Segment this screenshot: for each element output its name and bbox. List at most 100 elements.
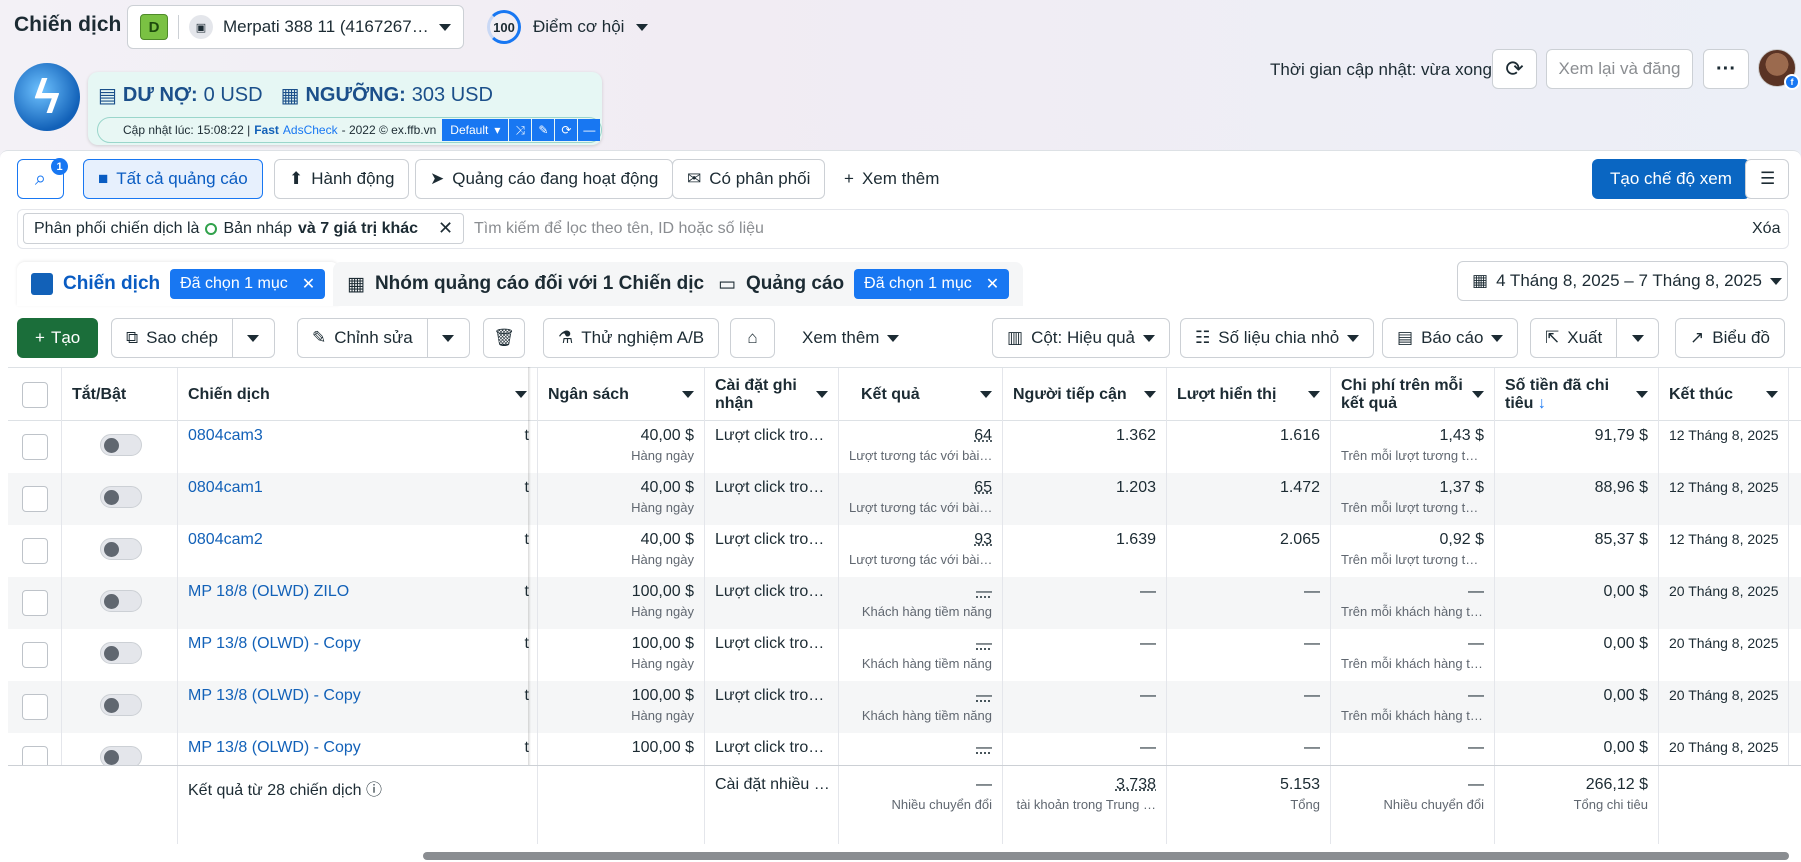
chevron-down-icon xyxy=(1144,391,1156,398)
export-dropdown[interactable] xyxy=(1617,318,1660,358)
selection-pill[interactable]: Đã chọn 1 mục ✕ xyxy=(170,269,326,299)
header-results[interactable]: Kết quả xyxy=(839,368,1003,421)
delete-button[interactable]: 🗑 xyxy=(483,318,525,358)
campaign-name-link[interactable]: MP 13/8 (OLWD) - Copy xyxy=(188,635,361,652)
close-icon[interactable]: ✕ xyxy=(986,274,999,294)
header-label: Kết thúc xyxy=(1669,385,1733,403)
table-row[interactable]: MP 13/8 (OLWD) - Copy t 100,00 $ Hàng ngày L… xyxy=(8,681,1801,733)
campaign-name-link[interactable]: MP 13/8 (OLWD) - Copy xyxy=(188,687,361,704)
tab-ads[interactable]: ▭ Quảng cáo Đã chọn 1 mục ✕ xyxy=(704,262,1024,306)
opportunity-score[interactable]: 100 Điểm cơ hội xyxy=(487,10,649,44)
header-campaign[interactable]: Chiến dịch xyxy=(178,368,538,421)
filter-delivery[interactable]: ✉ Có phân phối xyxy=(672,159,826,199)
campaign-toggle[interactable] xyxy=(100,538,142,560)
campaign-name-link[interactable]: MP 13/8 (OLWD) - Copy xyxy=(188,739,361,756)
header-reach[interactable]: Người tiếp cận xyxy=(1003,368,1167,421)
campaign-toggle[interactable] xyxy=(100,642,142,664)
chevron-down-icon xyxy=(247,334,260,342)
columns-button[interactable]: ▥ Cột: Hiệu quả xyxy=(992,318,1171,358)
duplicate-dropdown[interactable] xyxy=(232,318,275,358)
campaign-name-link[interactable]: 0804cam1 xyxy=(188,479,263,496)
campaign-name-link[interactable]: 0804cam2 xyxy=(188,531,263,548)
header-cost-per-result[interactable]: Chi phí trên mỗi kết quả xyxy=(1331,368,1495,421)
row-select-cell xyxy=(8,629,62,681)
horizontal-scrollbar[interactable] xyxy=(423,852,1789,860)
header-label: Chiến dịch xyxy=(188,385,270,403)
breakdown-label: Số liệu chia nhỏ xyxy=(1218,328,1340,347)
row-checkbox[interactable] xyxy=(22,642,48,668)
export-button[interactable]: ⇱ Xuất xyxy=(1530,318,1618,358)
info-icon[interactable]: ⓘ xyxy=(366,782,382,799)
close-icon[interactable]: ✕ xyxy=(302,274,315,294)
row-checkbox[interactable] xyxy=(22,434,48,460)
toolbar-see-more[interactable]: Xem thêm xyxy=(788,318,914,358)
cpr-value: 1,43 $ xyxy=(1439,427,1484,444)
review-publish-button[interactable]: Xem lại và đăng xyxy=(1546,49,1693,89)
table-row[interactable]: 0804cam1 t 40,00 $ Hàng ngày Lượt click tro…… xyxy=(8,473,1801,525)
table-row[interactable]: MP 13/8 (OLWD) - Copy t 100,00 $ Hàng ngày L… xyxy=(8,629,1801,681)
campaign-toggle[interactable] xyxy=(100,486,142,508)
account-selector[interactable]: D ▣ Merpati 388 11 (4167267… xyxy=(127,5,464,49)
campaign-name-link[interactable]: 0804cam3 xyxy=(188,427,263,444)
campaign-toggle[interactable] xyxy=(100,434,142,456)
campaign-toggle[interactable] xyxy=(100,694,142,716)
row-checkbox[interactable] xyxy=(22,538,48,564)
header-toggle[interactable]: Tắt/Bật xyxy=(62,368,178,421)
table-row[interactable]: MP 18/8 (OLWD) ZILO t 100,00 $ Hàng ngày Lượ… xyxy=(8,577,1801,629)
clear-filters-link[interactable]: Xóa xyxy=(1752,220,1780,238)
table-row[interactable]: 0804cam3 t 40,00 $ Hàng ngày Lượt click tro…… xyxy=(8,421,1801,473)
tab-adsets[interactable]: ▦ Nhóm quảng cáo đối với 1 Chiến dịch xyxy=(333,262,730,306)
filter-chip[interactable]: Phân phối chiến dịch là Bản nháp và 7 gi… xyxy=(23,213,465,244)
campaign-toggle[interactable] xyxy=(100,590,142,612)
sync-icon[interactable]: ⟳ xyxy=(555,119,578,141)
selection-pill[interactable]: Đã chọn 1 mục ✕ xyxy=(854,269,1010,299)
edit-icon[interactable]: ✎ xyxy=(532,119,555,141)
filter-all-ads[interactable]: ■ Tất cả quảng cáo xyxy=(83,159,263,199)
header-attribution[interactable]: Cài đặt ghi nhận xyxy=(705,368,839,421)
flask-icon: ⚗ xyxy=(558,328,574,347)
filter-see-more[interactable]: + Xem thêm xyxy=(830,159,953,199)
row-checkbox[interactable] xyxy=(22,694,48,720)
search-input[interactable]: Tìm kiếm để lọc theo tên, ID hoặc số liệ… xyxy=(474,220,764,238)
create-button[interactable]: + Tạo xyxy=(17,318,99,358)
row-select-cell xyxy=(8,525,62,577)
filter-active-ads[interactable]: ➤ Quảng cáo đang hoạt động xyxy=(415,159,674,199)
create-view-button[interactable]: Tạo chế độ xem xyxy=(1592,159,1750,199)
budget-value: 100,00 $ xyxy=(631,687,694,704)
mode-select[interactable]: Default ▾ xyxy=(442,119,509,141)
edit-button[interactable]: ✎ Chỉnh sửa xyxy=(297,318,428,358)
campaign-name-link[interactable]: MP 18/8 (OLWD) ZILO xyxy=(188,583,349,600)
header-amount-spent[interactable]: Số tiền đã chi tiêu ↓ xyxy=(1495,368,1659,421)
row-checkbox[interactable] xyxy=(22,590,48,616)
minimize-icon[interactable]: — xyxy=(578,119,601,141)
edit-dropdown[interactable] xyxy=(427,318,470,358)
date-range-picker[interactable]: ▦ 4 Tháng 8, 2025 – 7 Tháng 8, 2025 xyxy=(1457,261,1788,301)
header-select-all[interactable] xyxy=(8,368,62,421)
duplicate-button[interactable]: ⧉ Sao chép xyxy=(111,318,233,358)
impressions-value: — xyxy=(1304,687,1320,704)
ab-test-button[interactable]: ⚗ Thử nghiệm A/B xyxy=(543,318,720,358)
filter-actions[interactable]: ⬆ Hành động xyxy=(274,159,410,199)
tag-button[interactable]: ⌂ xyxy=(730,318,775,358)
row-ends-cell: 12 Tháng 8, 2025 xyxy=(1659,421,1789,473)
close-icon[interactable]: ✕ xyxy=(438,218,453,239)
extension-updated: Cập nhật lúc: 15:08:22 | xyxy=(123,123,251,137)
account-icon: ▣ xyxy=(189,15,213,39)
spent-value: 85,37 $ xyxy=(1594,531,1648,548)
row-budget-cell: 100,00 $ Hàng ngày xyxy=(538,681,705,733)
table-row[interactable]: 0804cam2 t 40,00 $ Hàng ngày Lượt click tro…… xyxy=(8,525,1801,577)
more-options-button[interactable]: ··· xyxy=(1703,49,1749,89)
row-checkbox[interactable] xyxy=(22,486,48,512)
reports-button[interactable]: ▤ Báo cáo xyxy=(1382,318,1519,358)
tab-campaigns[interactable]: Chiến dịch Đã chọn 1 mục ✕ xyxy=(17,262,340,306)
refresh-button[interactable]: ⟳ xyxy=(1492,49,1537,89)
shuffle-icon[interactable]: ⤨ xyxy=(509,119,532,141)
view-settings-button[interactable]: ☰ xyxy=(1745,159,1789,199)
header-ends[interactable]: Kết thúc xyxy=(1659,368,1789,421)
chart-button[interactable]: ↗ Biểu đồ xyxy=(1675,318,1785,358)
header-budget[interactable]: Ngân sách xyxy=(538,368,705,421)
header-impressions[interactable]: Lượt hiển thị xyxy=(1167,368,1331,421)
select-all-checkbox[interactable] xyxy=(22,382,48,408)
attribution-value: Lượt click tro… xyxy=(715,427,825,444)
breakdown-button[interactable]: ☷ Số liệu chia nhỏ xyxy=(1180,318,1375,358)
